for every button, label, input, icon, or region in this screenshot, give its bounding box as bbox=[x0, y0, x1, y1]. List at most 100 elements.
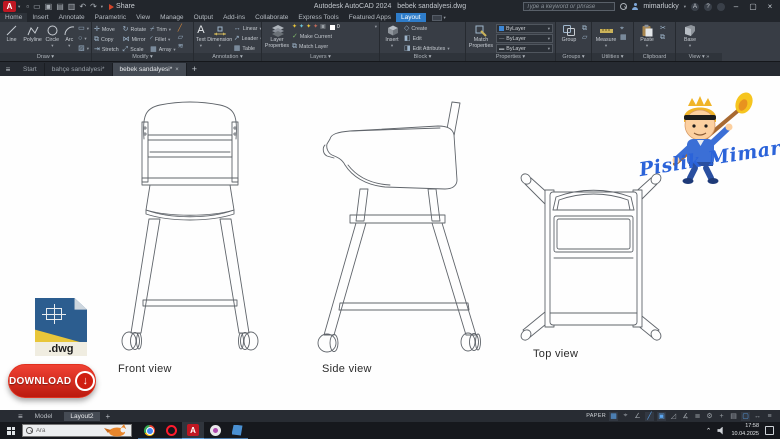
tab-parametric[interactable]: Parametric bbox=[90, 13, 131, 22]
explode-icon[interactable]: ▱ bbox=[178, 34, 184, 42]
paint3d-taskbar-icon[interactable] bbox=[204, 422, 226, 439]
base-button[interactable]: Base ▾ bbox=[678, 23, 702, 53]
tab-home[interactable]: Home bbox=[0, 13, 28, 22]
file-tab-close-icon[interactable]: × bbox=[175, 67, 179, 73]
blue-app-taskbar-icon[interactable] bbox=[226, 422, 248, 439]
panel-title-properties[interactable]: Properties ▾ bbox=[466, 53, 555, 61]
tab-annotate[interactable]: Annotate bbox=[54, 13, 90, 22]
insert-button[interactable]: Insert ▾ bbox=[382, 23, 402, 53]
tab-featured-apps[interactable]: Featured Apps bbox=[344, 13, 396, 22]
layer-dropdown-icon[interactable]: ▾ bbox=[375, 24, 377, 30]
panel-title-utilities[interactable]: Utilities ▾ bbox=[592, 53, 633, 61]
match-properties-button[interactable]: Match Properties bbox=[468, 23, 494, 53]
file-tabs-menu-icon[interactable]: ≡ bbox=[0, 65, 16, 74]
dimension-button[interactable]: Dimension ▾ bbox=[207, 23, 232, 53]
measure-button[interactable]: Measure ▾ bbox=[594, 23, 618, 53]
drawing-canvas[interactable]: Front view Side view Top view Pislik Mim… bbox=[0, 76, 780, 410]
maximize-button[interactable]: ▢ bbox=[747, 2, 759, 11]
offset-icon[interactable]: ≋ bbox=[178, 43, 184, 51]
volume-icon[interactable] bbox=[717, 426, 723, 435]
tab-addins[interactable]: Add-ins bbox=[218, 13, 250, 22]
user-name[interactable]: mimarlucky bbox=[643, 3, 678, 10]
notification-icon[interactable] bbox=[717, 2, 725, 11]
osnap-tracking-icon[interactable]: ∡ bbox=[681, 412, 690, 421]
open-file-icon[interactable]: ▭ bbox=[33, 1, 41, 12]
autocad-app-menu-icon[interactable]: A bbox=[3, 1, 16, 12]
tab-insert[interactable]: Insert bbox=[27, 13, 53, 22]
clean-screen-icon[interactable]: ↔ bbox=[753, 412, 762, 421]
fillet-button[interactable]: ◜ Fillet ▾ bbox=[150, 35, 176, 44]
make-current-button[interactable]: ✓ Make Current bbox=[292, 32, 377, 41]
hatch-icon[interactable]: ▨ bbox=[78, 45, 85, 53]
layout-tabs-menu-icon[interactable]: ≡ bbox=[18, 412, 23, 421]
panel-title-layers[interactable]: Layers ▾ bbox=[262, 53, 379, 61]
layer-plot-icon[interactable]: ▣ bbox=[320, 24, 326, 31]
layer-off-icon[interactable]: ✦ bbox=[313, 24, 318, 31]
table-button[interactable]: ▦ Table bbox=[234, 44, 261, 53]
panel-title-clipboard[interactable]: Clipboard bbox=[634, 53, 675, 61]
edit-block-button[interactable]: ◧ Edit bbox=[404, 34, 450, 43]
erase-icon[interactable]: ╱ bbox=[178, 25, 184, 33]
save-as-icon[interactable]: ▤ bbox=[56, 1, 64, 12]
text-button[interactable]: A Text ▾ bbox=[196, 23, 206, 53]
linear-button[interactable]: ↔ Linear ▾ bbox=[234, 24, 261, 33]
object-snap-icon[interactable]: ▣ bbox=[657, 411, 666, 421]
color-dropdown[interactable]: ByLayer ▾ bbox=[496, 24, 553, 33]
plot-icon[interactable]: ▥ bbox=[68, 1, 76, 12]
customize-icon[interactable]: ≡ bbox=[765, 412, 774, 421]
paper-space-label[interactable]: PAPER bbox=[586, 413, 606, 419]
front-view-drawing[interactable] bbox=[110, 95, 270, 360]
tab-layout[interactable]: Layout bbox=[396, 13, 426, 22]
grid-toggle-icon[interactable]: ▦ bbox=[609, 411, 618, 421]
close-button[interactable]: × bbox=[764, 2, 776, 11]
polar-tracking-icon[interactable]: ∠ bbox=[633, 412, 642, 421]
user-menu-caret-icon[interactable]: ▾ bbox=[684, 4, 686, 10]
match-layer-button[interactable]: ⧉ Match Layer bbox=[292, 42, 377, 51]
trim-button[interactable]: ⌿ Trim ▾ bbox=[150, 25, 176, 34]
undo-icon[interactable]: ↶ bbox=[79, 1, 86, 12]
panel-title-groups[interactable]: Groups ▾ bbox=[556, 53, 591, 61]
app-store-icon[interactable]: A bbox=[691, 2, 699, 11]
tab-output[interactable]: Output bbox=[189, 13, 219, 22]
scale-button[interactable]: ⤢ Scale bbox=[123, 45, 146, 53]
search-icon[interactable] bbox=[620, 3, 628, 10]
mirror-button[interactable]: ⋈ Mirror bbox=[123, 35, 146, 44]
layer-lock-icon[interactable]: ✦ bbox=[306, 24, 311, 31]
new-layout-button[interactable]: + bbox=[106, 412, 111, 421]
ortho-toggle-icon[interactable]: ╱ bbox=[645, 411, 654, 421]
minimize-button[interactable]: – bbox=[730, 2, 742, 11]
layer-properties-button[interactable]: Layer Properties bbox=[264, 23, 290, 53]
snap-toggle-icon[interactable]: ⌖ bbox=[621, 412, 630, 421]
annotation-scale-icon[interactable]: + bbox=[717, 412, 726, 421]
tab-collaborate[interactable]: Collaborate bbox=[250, 13, 293, 22]
file-tab-start[interactable]: Start bbox=[16, 63, 45, 76]
save-icon[interactable]: ▣ bbox=[45, 1, 53, 12]
linetype-dropdown[interactable]: — ByLayer ▾ bbox=[496, 34, 553, 43]
opera-taskbar-icon[interactable] bbox=[160, 422, 182, 439]
isodraft-icon[interactable]: ◿ bbox=[669, 412, 678, 421]
paste-button[interactable]: Paste ▾ bbox=[636, 23, 658, 53]
create-block-button[interactable]: ◇ Create bbox=[404, 24, 450, 33]
share-button[interactable]: Share bbox=[109, 3, 135, 10]
graphics-performance-icon[interactable]: ▢ bbox=[741, 411, 750, 421]
rectangle-icon[interactable]: ▭ bbox=[78, 25, 85, 33]
ungroup-icon[interactable]: ⧉ bbox=[582, 25, 587, 33]
copy-button[interactable]: ⧉ Copy bbox=[94, 35, 119, 44]
tab-manage[interactable]: Manage bbox=[155, 13, 189, 22]
taskbar-clock[interactable]: 17:58 10.04.2025 bbox=[731, 423, 759, 437]
layer-state-icon[interactable]: ✦ bbox=[292, 24, 297, 31]
lineweight-dropdown[interactable]: ▬ ByLayer ▾ bbox=[496, 44, 553, 53]
download-button[interactable]: DOWNLOAD ↓ bbox=[8, 364, 96, 398]
new-drawing-tab-button[interactable]: + bbox=[192, 64, 197, 74]
side-view-drawing[interactable] bbox=[300, 95, 495, 360]
new-file-icon[interactable]: ▫ bbox=[26, 1, 29, 12]
stretch-button[interactable]: ⇥ Stretch bbox=[94, 45, 119, 53]
panel-title-draw[interactable]: Draw ▾ bbox=[0, 53, 91, 61]
rotate-button[interactable]: ↻ Rotate bbox=[123, 25, 146, 34]
id-point-icon[interactable]: ⌖ bbox=[620, 25, 627, 33]
isolate-objects-icon[interactable]: ▤ bbox=[729, 412, 738, 421]
taskbar-search-input[interactable] bbox=[36, 427, 96, 434]
panel-title-annotation[interactable]: Annotation ▾ bbox=[194, 53, 261, 61]
layer-freeze-icon[interactable]: ✦ bbox=[299, 24, 304, 31]
help-icon[interactable]: ? bbox=[704, 2, 712, 11]
